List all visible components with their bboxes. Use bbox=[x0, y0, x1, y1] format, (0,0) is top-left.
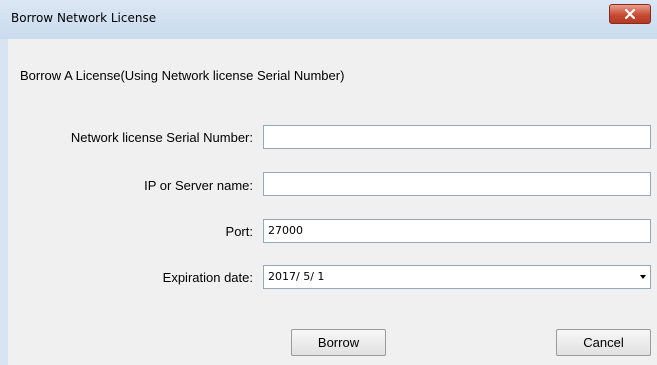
serial-number-label: Network license Serial Number: bbox=[70, 130, 253, 145]
expiration-date-value: 2017/ 5/ 1 bbox=[268, 270, 325, 283]
server-name-input[interactable] bbox=[263, 172, 651, 196]
port-label: Port: bbox=[225, 224, 253, 239]
borrow-license-dialog: Borrow Network License Borrow A License(… bbox=[0, 0, 657, 365]
chevron-down-icon[interactable] bbox=[640, 275, 646, 279]
dialog-heading: Borrow A License(Using Network license S… bbox=[20, 68, 345, 83]
expiration-date-label: Expiration date: bbox=[162, 270, 253, 285]
title-bar[interactable]: Borrow Network License bbox=[0, 0, 657, 39]
expiration-date-select[interactable]: 2017/ 5/ 1 bbox=[263, 265, 651, 289]
borrow-button[interactable]: Borrow bbox=[291, 329, 386, 356]
cancel-button[interactable]: Cancel bbox=[556, 329, 651, 356]
server-name-label: IP or Server name: bbox=[144, 178, 253, 193]
window-title: Borrow Network License bbox=[11, 11, 157, 25]
port-input[interactable]: 27000 bbox=[263, 219, 651, 243]
close-button[interactable] bbox=[609, 4, 651, 24]
serial-number-input[interactable] bbox=[263, 125, 651, 149]
dialog-client-area: Borrow A License(Using Network license S… bbox=[8, 39, 657, 365]
close-icon bbox=[625, 9, 635, 19]
